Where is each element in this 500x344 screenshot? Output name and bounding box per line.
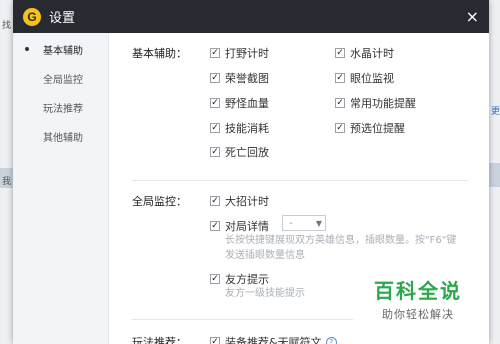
background-text: 我 <box>2 177 12 187</box>
background-text: 找 <box>2 21 12 31</box>
sidebar-item-label: 全局监控 <box>43 75 83 86</box>
section-label-play: 玩法推荐： <box>132 336 187 344</box>
checkbox[interactable]: ✓ <box>335 48 345 58</box>
option-label: 水晶计时 <box>350 47 394 60</box>
sidebar-item-label: 玩法推荐 <box>43 104 83 115</box>
option-label: 对局详情 <box>225 220 269 233</box>
ally-hint-description: 友方一级技能提示 <box>225 288 305 299</box>
sidebar-item-play-recommend[interactable]: 玩法推荐 <box>13 93 108 122</box>
option-label: 荣誉截图 <box>225 72 269 85</box>
watermark-subtitle: 助你轻松解决 <box>382 307 454 321</box>
option-preselect-reminder[interactable]: ✓ 预选位提醒 <box>335 120 405 136</box>
title-bar: G 设置 × <box>13 0 489 33</box>
checkbox[interactable]: ✓ <box>335 73 345 83</box>
option-label: 常用功能提醒 <box>350 97 416 110</box>
app-logo-icon: G <box>23 7 41 26</box>
checkbox[interactable]: ✓ <box>210 221 220 231</box>
checkbox[interactable]: ✓ <box>210 123 220 133</box>
section-label-basic: 基本辅助： <box>132 47 187 60</box>
option-common-reminder[interactable]: ✓ 常用功能提醒 <box>335 95 416 111</box>
checkbox[interactable]: ✓ <box>210 73 220 83</box>
option-ult-timer[interactable]: ✓ 大招计时 <box>210 193 269 209</box>
option-gear-recommend[interactable]: ✓ 装备推荐&天赋符文 ? <box>210 334 337 344</box>
option-ally-hint[interactable]: ✓ 友方提示 <box>210 271 269 287</box>
checkbox[interactable]: ✓ <box>210 337 220 344</box>
match-detail-description-2: 发送插眼数量信息 <box>225 250 305 261</box>
option-death-replay[interactable]: ✓ 死亡回放 <box>210 144 269 160</box>
option-skill-cost[interactable]: ✓ 技能消耗 <box>210 120 269 136</box>
match-detail-select[interactable]: - ▼ <box>282 215 326 231</box>
checkbox[interactable]: ✓ <box>335 123 345 133</box>
option-label: 死亡回放 <box>225 146 269 159</box>
checkbox[interactable]: ✓ <box>335 98 345 108</box>
section-label-monitor: 全局监控： <box>132 195 187 208</box>
option-label: 眼位监视 <box>350 72 394 85</box>
dialog-title: 设置 <box>49 11 76 26</box>
option-match-detail[interactable]: ✓ 对局详情 <box>210 218 269 234</box>
sidebar-item-label: 其他辅助 <box>43 133 83 144</box>
background-link: 更 <box>490 107 500 117</box>
sidebar-item-label: 基本辅助 <box>43 46 83 57</box>
chevron-down-icon: ▼ <box>315 219 322 228</box>
sidebar-item-other-assist[interactable]: 其他辅助 <box>13 122 108 151</box>
section-divider <box>132 180 469 181</box>
help-icon[interactable]: ? <box>325 336 337 344</box>
close-icon[interactable]: × <box>466 8 479 25</box>
option-honor-screenshot[interactable]: ✓ 荣誉截图 <box>210 70 269 86</box>
option-ward-monitor[interactable]: ✓ 眼位监视 <box>335 70 394 86</box>
option-label: 大招计时 <box>225 195 269 208</box>
match-detail-description: 长按快捷键展现双方英雄信息，插眼数量。按"F6"键 <box>225 235 457 246</box>
background-app-left: 找 我 <box>0 0 13 344</box>
settings-dialog: G 设置 × 基本辅助 全局监控 玩法推荐 其他辅助 基本辅助： ✓ 打野计时 … <box>13 0 489 344</box>
option-label: 友方提示 <box>225 273 269 286</box>
checkbox[interactable]: ✓ <box>210 147 220 157</box>
option-label: 打野计时 <box>225 47 269 60</box>
watermark: 百科全说 助你轻松解决 <box>353 268 483 328</box>
select-value: - <box>289 217 293 229</box>
settings-sidebar: 基本辅助 全局监控 玩法推荐 其他辅助 <box>13 33 109 344</box>
checkbox[interactable]: ✓ <box>210 274 220 284</box>
checkbox[interactable]: ✓ <box>210 48 220 58</box>
sidebar-item-basic-assist[interactable]: 基本辅助 <box>13 35 108 64</box>
option-label: 装备推荐&天赋符文 <box>225 336 322 344</box>
option-crystal-timer[interactable]: ✓ 水晶计时 <box>335 45 394 61</box>
option-label: 技能消耗 <box>225 122 269 135</box>
active-dot-icon <box>25 47 29 51</box>
option-label: 预选位提醒 <box>350 122 405 135</box>
watermark-title: 百科全说 <box>374 278 462 303</box>
option-monster-hp[interactable]: ✓ 野怪血量 <box>210 95 269 111</box>
checkbox[interactable]: ✓ <box>210 196 220 206</box>
sidebar-item-global-monitor[interactable]: 全局监控 <box>13 64 108 93</box>
option-jungle-timer[interactable]: ✓ 打野计时 <box>210 45 269 61</box>
checkbox[interactable]: ✓ <box>210 98 220 108</box>
option-label: 野怪血量 <box>225 97 269 110</box>
